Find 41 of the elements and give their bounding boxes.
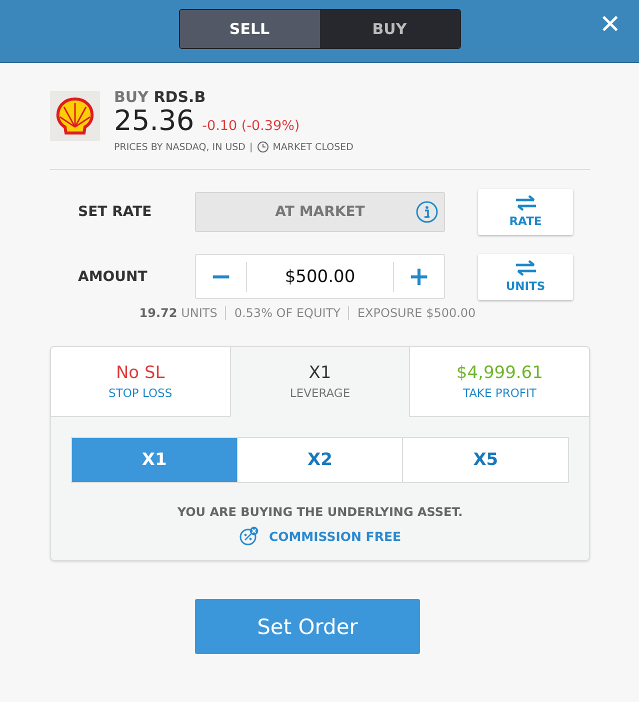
swap-icon — [514, 195, 536, 211]
tab-value: X1 — [308, 363, 332, 383]
tab-label: TAKE PROFIT — [462, 386, 536, 400]
units-info: 19.72 UNITS — [138, 306, 218, 320]
equity-info: 0.53% OF EQUITY — [225, 306, 348, 320]
order-tab[interactable]: $4,999.61 TAKE PROFIT — [409, 347, 590, 417]
price: 25.36 — [114, 106, 194, 136]
minus-button[interactable]: − — [196, 255, 246, 298]
info-icon[interactable] — [416, 200, 438, 222]
rate-field[interactable]: AT MARKET — [195, 192, 445, 232]
price-source: PRICES BY NASDAQ, IN USD — [114, 142, 246, 152]
set-order-button[interactable]: Set Order — [195, 599, 420, 654]
rate-toggle-button[interactable]: RATE — [478, 188, 573, 234]
commission-link[interactable]: COMMISSION FREE — [268, 528, 402, 544]
tab-value: No SL — [116, 363, 165, 383]
order-tab[interactable]: No SL STOP LOSS — [51, 347, 230, 417]
asset-note: YOU ARE BUYING THE UNDERLYING ASSET. — [176, 505, 464, 519]
close-button[interactable]: ✕ — [595, 10, 625, 40]
price-change: -0.10 (-0.39%) — [202, 117, 300, 136]
exposure-info: EXPOSURE $500.00 — [348, 306, 484, 320]
discount-icon — [238, 526, 259, 546]
mode-tab[interactable]: BUY — [320, 10, 460, 48]
amount-label: AMOUNT — [77, 268, 148, 284]
order-tab[interactable]: X1 LEVERAGE — [230, 347, 410, 417]
tab-label: STOP LOSS — [108, 386, 172, 400]
market-status: MARKET CLOSED — [272, 142, 354, 152]
set-rate-label: SET RATE — [77, 204, 153, 220]
separator: | — [250, 142, 253, 152]
leverage-option[interactable]: X2 — [236, 438, 402, 482]
logo-icon — [50, 91, 100, 141]
mode-tab[interactable]: SELL — [180, 10, 320, 48]
plus-button[interactable]: + — [394, 255, 444, 298]
amount-field[interactable]: − $500.00 + — [195, 254, 445, 299]
units-toggle-button[interactable]: UNITS — [478, 254, 573, 300]
tab-label: LEVERAGE — [290, 386, 350, 400]
leverage-option[interactable]: X1 — [72, 438, 237, 482]
leverage-option[interactable]: X5 — [402, 438, 568, 482]
tab-value: $4,999.61 — [456, 363, 543, 383]
swap-icon — [514, 260, 536, 276]
instrument-title: BUY RDS.B — [114, 88, 207, 106]
clock-icon — [256, 141, 269, 153]
